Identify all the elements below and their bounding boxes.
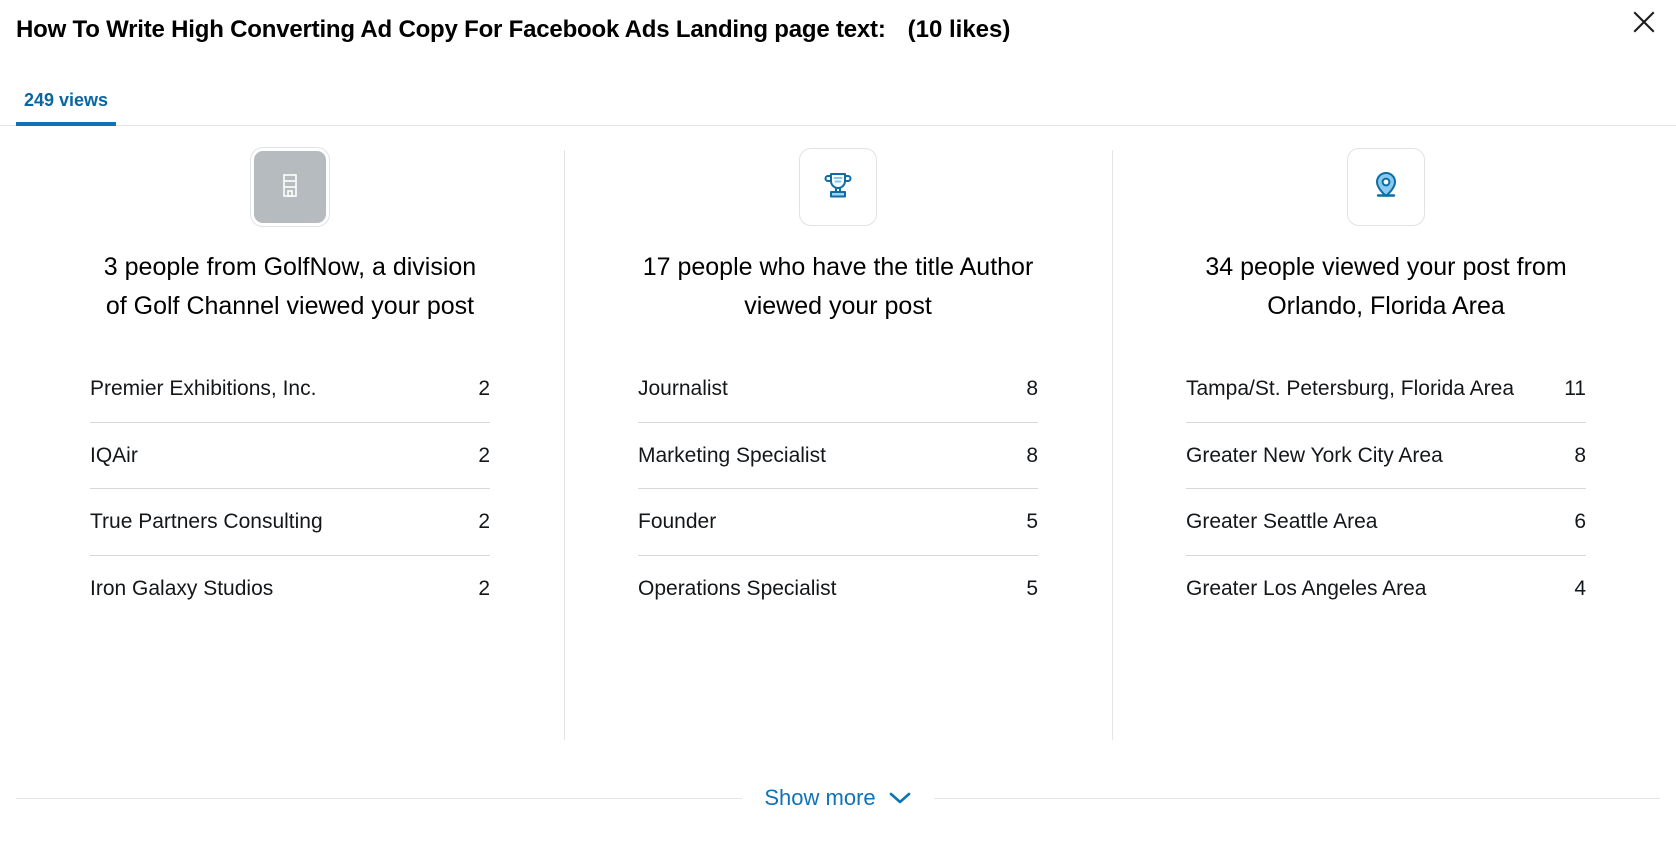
- list-item-value: 8: [1016, 439, 1038, 473]
- list-item[interactable]: IQAir 2: [90, 423, 490, 490]
- list-item-value: 11: [1564, 372, 1586, 406]
- location-badge: [1347, 148, 1425, 226]
- modal-footer: Show more: [0, 752, 1676, 844]
- list-item[interactable]: Premier Exhibitions, Inc. 2: [90, 356, 490, 423]
- tab-views[interactable]: 249 views: [16, 91, 116, 125]
- show-more-label: Show more: [764, 785, 875, 811]
- list-item[interactable]: Operations Specialist 5: [638, 556, 1038, 622]
- list-item-label: Tampa/St. Petersburg, Florida Area: [1186, 372, 1550, 406]
- company-badge: [251, 148, 329, 226]
- divider-left: [16, 798, 742, 799]
- list-item-value: 2: [468, 439, 490, 473]
- divider-right: [934, 798, 1660, 799]
- title-badge: [799, 148, 877, 226]
- list-item-value: 5: [1016, 505, 1038, 539]
- tab-views-label: 249 views: [24, 90, 108, 110]
- list-item-label: Greater Los Angeles Area: [1186, 572, 1550, 606]
- trophy-icon: [820, 167, 856, 208]
- location-pin-icon: [1368, 167, 1404, 208]
- list-item[interactable]: Journalist 8: [638, 356, 1038, 423]
- list-item-label: Greater Seattle Area: [1186, 505, 1550, 539]
- likes-count: (10 likes): [908, 16, 1011, 44]
- list-item-label: Founder: [638, 505, 1002, 539]
- list-item-label: Journalist: [638, 372, 1002, 406]
- list-item-label: Marketing Specialist: [638, 439, 1002, 473]
- list-item[interactable]: Tampa/St. Petersburg, Florida Area 11: [1186, 356, 1586, 423]
- list-item-value: 8: [1016, 372, 1038, 406]
- list-item[interactable]: Greater New York City Area 8: [1186, 423, 1586, 490]
- list-item[interactable]: Iron Galaxy Studios 2: [90, 556, 490, 622]
- chevron-down-icon: [888, 790, 912, 806]
- list-item[interactable]: Greater Seattle Area 6: [1186, 489, 1586, 556]
- list-item-value: 2: [468, 572, 490, 606]
- list-item[interactable]: True Partners Consulting 2: [90, 489, 490, 556]
- tab-bar: 249 views: [0, 60, 1676, 126]
- list-item-label: Greater New York City Area: [1186, 439, 1550, 473]
- insights-modal: How To Write High Converting Ad Copy For…: [0, 0, 1676, 844]
- insights-column-companies: 3 people from GolfNow, a division of Gol…: [16, 148, 564, 752]
- company-list: Premier Exhibitions, Inc. 2 IQAir 2 True…: [90, 356, 490, 621]
- close-icon: [1632, 10, 1656, 34]
- title-list: Journalist 8 Marketing Specialist 8 Foun…: [638, 356, 1038, 621]
- list-item-value: 6: [1564, 505, 1586, 539]
- list-item-value: 8: [1564, 439, 1586, 473]
- company-building-icon: [274, 169, 306, 206]
- list-item-label: True Partners Consulting: [90, 505, 454, 539]
- show-more-button[interactable]: Show more: [742, 785, 933, 811]
- close-button[interactable]: [1628, 6, 1660, 38]
- column-title-locations: 34 people viewed your post from Orlando,…: [1186, 248, 1586, 326]
- insights-column-titles: 17 people who have the title Author view…: [564, 148, 1112, 752]
- list-item[interactable]: Founder 5: [638, 489, 1038, 556]
- show-more-row: Show more: [16, 785, 1660, 811]
- list-item-value: 2: [468, 372, 490, 406]
- insights-columns: 3 people from GolfNow, a division of Gol…: [0, 126, 1676, 752]
- list-item-label: IQAir: [90, 439, 454, 473]
- list-item-label: Operations Specialist: [638, 572, 1002, 606]
- list-item-label: Premier Exhibitions, Inc.: [90, 372, 454, 406]
- list-item-value: 4: [1564, 572, 1586, 606]
- modal-header: How To Write High Converting Ad Copy For…: [0, 0, 1676, 60]
- page-title: How To Write High Converting Ad Copy For…: [16, 17, 886, 43]
- column-title-titles: 17 people who have the title Author view…: [638, 248, 1038, 326]
- list-item[interactable]: Greater Los Angeles Area 4: [1186, 556, 1586, 622]
- list-item-value: 2: [468, 505, 490, 539]
- list-item-label: Iron Galaxy Studios: [90, 572, 454, 606]
- location-list: Tampa/St. Petersburg, Florida Area 11 Gr…: [1186, 356, 1586, 621]
- column-title-companies: 3 people from GolfNow, a division of Gol…: [90, 248, 490, 326]
- list-item[interactable]: Marketing Specialist 8: [638, 423, 1038, 490]
- insights-column-locations: 34 people viewed your post from Orlando,…: [1112, 148, 1660, 752]
- list-item-value: 5: [1016, 572, 1038, 606]
